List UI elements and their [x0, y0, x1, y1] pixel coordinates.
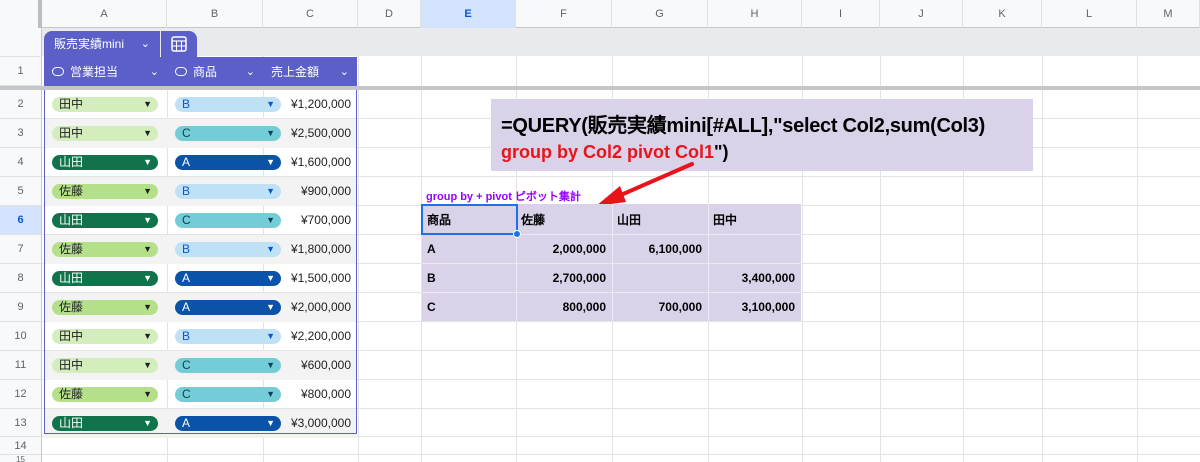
row-header-7[interactable]: 7: [0, 235, 42, 264]
formula-callout: =QUERY(販売実績mini[#ALL],"select Col2,sum(C…: [491, 99, 1033, 171]
column-header-j[interactable]: J: [880, 0, 963, 28]
spreadsheet-grid: A B C D E F G H I J K L M 1 2 3 4 5 6 7 …: [0, 0, 1200, 462]
column-header-g[interactable]: G: [612, 0, 708, 28]
pivot-row-label-a[interactable]: A: [422, 235, 516, 264]
fill-handle[interactable]: [513, 230, 521, 238]
row-header-5[interactable]: 5: [0, 177, 42, 206]
row-header-4[interactable]: 4: [0, 148, 42, 177]
column-header-i[interactable]: I: [802, 0, 880, 28]
pivot-cell[interactable]: 6,100,000: [612, 235, 708, 264]
row-header-blank[interactable]: [0, 28, 42, 57]
row-header-13[interactable]: 13: [0, 409, 42, 437]
column-header-a[interactable]: A: [42, 0, 167, 28]
row-header-8[interactable]: 8: [0, 264, 42, 293]
table-name: 販売実績mini: [54, 37, 125, 51]
row-header-1[interactable]: 1: [0, 57, 42, 86]
chip-type-icon: [52, 67, 64, 77]
pivot-header-yamada[interactable]: 山田: [612, 206, 708, 235]
column-header-b[interactable]: B: [167, 0, 263, 28]
select-all-corner[interactable]: [0, 0, 42, 28]
row-header-2[interactable]: 2: [0, 90, 42, 119]
row-header-11[interactable]: 11: [0, 351, 42, 380]
pivot-cell[interactable]: 3,400,000: [708, 264, 801, 293]
row-header-6[interactable]: 6: [0, 206, 42, 235]
pivot-row-label-b[interactable]: B: [422, 264, 516, 293]
pivot-caption: group by + pivot ピボット集計: [426, 191, 581, 203]
formula-tail: "): [714, 142, 729, 162]
header-label: 売上金額: [271, 65, 320, 79]
pivot-row-label-c[interactable]: C: [422, 293, 516, 322]
row-header-14[interactable]: 14: [0, 437, 42, 455]
header-label: 商品: [193, 65, 218, 79]
column-header-l[interactable]: L: [1042, 0, 1137, 28]
table-border: [44, 90, 357, 434]
column-header-d[interactable]: D: [358, 0, 421, 28]
chevron-down-icon[interactable]: ⌄: [340, 57, 349, 87]
chevron-down-icon[interactable]: ⌄: [246, 57, 255, 87]
pivot-cell[interactable]: 800,000: [516, 293, 612, 322]
column-header-product[interactable]: 商品 ⌄: [167, 57, 263, 87]
column-header-k[interactable]: K: [963, 0, 1042, 28]
row-header-10[interactable]: 10: [0, 322, 42, 351]
pivot-cell[interactable]: 3,100,000: [708, 293, 801, 322]
column-header-h[interactable]: H: [708, 0, 802, 28]
calculator-icon: [171, 36, 187, 52]
header-label: 営業担当: [70, 65, 119, 79]
pivot-cell[interactable]: 2,000,000: [516, 235, 612, 264]
column-header-e[interactable]: E: [421, 0, 516, 28]
pivot-header-tanaka[interactable]: 田中: [708, 206, 801, 235]
pivot-cell[interactable]: [708, 235, 801, 264]
formula-line-1: =QUERY(販売実績mini[#ALL],"select Col2,sum(C…: [501, 115, 985, 137]
table-name-tab[interactable]: 販売実績mini ⌄: [44, 31, 160, 57]
table-view-button[interactable]: [161, 31, 197, 57]
column-header-m[interactable]: M: [1137, 0, 1200, 28]
pivot-cell[interactable]: 2,700,000: [516, 264, 612, 293]
pivot-cell[interactable]: [612, 264, 708, 293]
row-header-15[interactable]: 15: [0, 455, 42, 462]
row-header-3[interactable]: 3: [0, 119, 42, 148]
column-header-sales-rep[interactable]: 営業担当 ⌄: [44, 57, 167, 87]
chip-type-icon: [175, 67, 187, 77]
chevron-down-icon[interactable]: ⌄: [150, 57, 159, 87]
pivot-cell[interactable]: 700,000: [612, 293, 708, 322]
column-header-c[interactable]: C: [263, 0, 358, 28]
formula-highlight: group by Col2 pivot Col1: [501, 142, 715, 162]
formula-line-2: group by Col2 pivot Col1"): [501, 142, 1033, 163]
table-tab-strip: [42, 28, 1200, 56]
pivot-header-sato[interactable]: 佐藤: [516, 206, 612, 235]
chevron-down-icon: ⌄: [140, 38, 150, 50]
row-header-12[interactable]: 12: [0, 380, 42, 409]
column-header-sales-amount[interactable]: 売上金額 ⌄: [263, 57, 357, 87]
row-header-9[interactable]: 9: [0, 293, 42, 322]
column-header-f[interactable]: F: [516, 0, 612, 28]
active-cell-selection[interactable]: [421, 204, 518, 235]
